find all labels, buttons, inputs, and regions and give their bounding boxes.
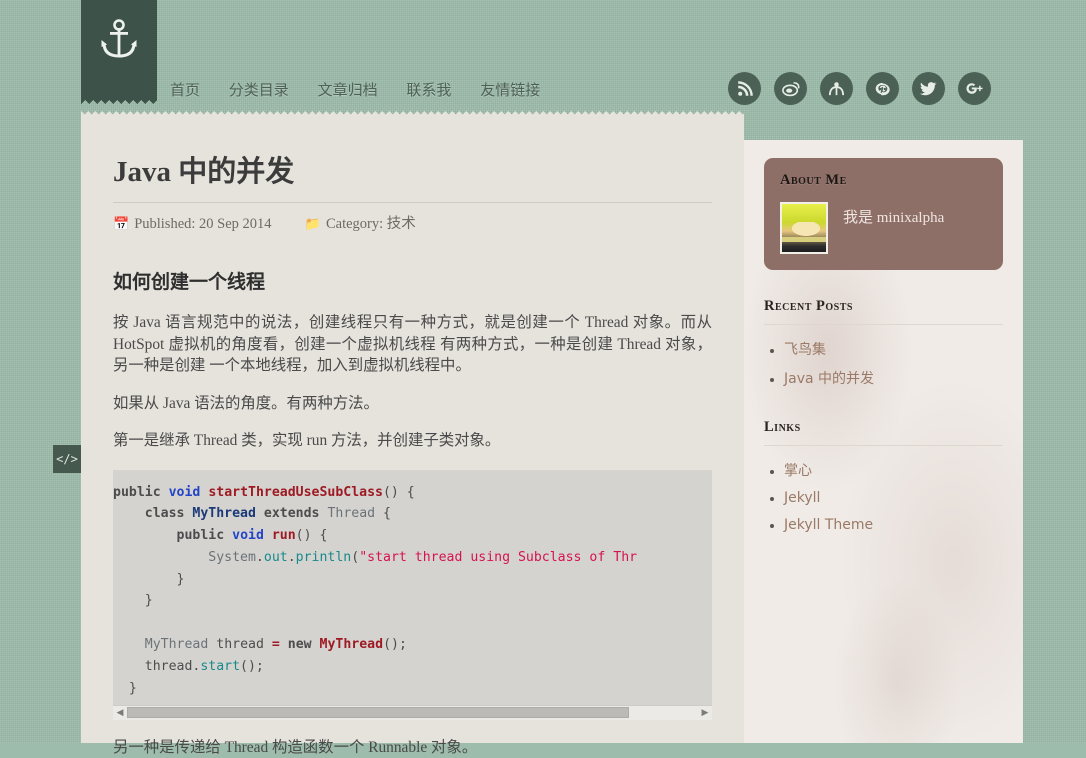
scroll-right-arrow[interactable]: ▶ xyxy=(698,706,712,720)
site-header: 首页 分类目录 文章归档 联系我 友情链接 xyxy=(0,0,1086,120)
category-label: Category: xyxy=(326,216,383,232)
anchor-icon xyxy=(81,18,157,71)
paragraph-3: 第一是继承 Thread 类，实现 run 方法，并创建子类对象。 xyxy=(113,430,712,452)
site-logo-banner[interactable] xyxy=(81,0,157,96)
nav-item-archive[interactable]: 文章归档 xyxy=(318,81,378,99)
avatar xyxy=(780,202,828,254)
paragraph-2: 如果从 Java 语法的角度。有两种方法。 xyxy=(113,393,712,415)
social-links xyxy=(728,72,991,105)
code-block[interactable]: public void startThreadUseSubClass() { c… xyxy=(113,470,712,720)
list-item: Java 中的并发 xyxy=(784,368,1003,388)
recent-posts-list: 飞鸟集 Java 中的并发 xyxy=(764,339,1003,388)
panel-scallop-edge xyxy=(81,111,744,118)
github-icon[interactable] xyxy=(866,72,899,105)
section-heading: 如何创建一个线程 xyxy=(113,267,712,294)
link-item-1[interactable]: 掌心 xyxy=(784,463,812,479)
weibo-icon[interactable] xyxy=(774,72,807,105)
scroll-left-arrow[interactable]: ◀ xyxy=(113,706,127,720)
title-divider xyxy=(113,202,712,203)
list-item: Jekyll Theme xyxy=(784,516,1003,534)
link-item-3[interactable]: Jekyll Theme xyxy=(784,517,873,533)
google-plus-icon[interactable] xyxy=(958,72,991,105)
recent-post-link-2[interactable]: Java 中的并发 xyxy=(784,371,874,387)
scrollbar-track[interactable] xyxy=(127,707,698,718)
about-me-heading: About Me xyxy=(780,172,987,189)
about-me-text: 我是 minixalpha xyxy=(843,206,944,227)
links-divider xyxy=(764,445,1003,446)
recent-post-link-1[interactable]: 飞鸟集 xyxy=(784,342,826,358)
main-navigation: 首页 分类目录 文章归档 联系我 友情链接 xyxy=(170,79,564,100)
recent-posts-heading: Recent Posts xyxy=(764,298,1003,315)
list-item: Jekyll xyxy=(784,489,1003,507)
paragraph-1: 按 Java 语言规范中的说法，创建线程只有一种方式，就是创建一个 Thread… xyxy=(113,312,712,377)
twitter-icon[interactable] xyxy=(912,72,945,105)
code-content: public void startThreadUseSubClass() { c… xyxy=(113,470,712,700)
list-item: 飞鸟集 xyxy=(784,339,1003,359)
paragraph-4: 另一种是传递给 Thread 构造函数一个 Runnable 对象。 xyxy=(113,737,712,758)
links-heading: Links xyxy=(764,419,1003,436)
code-horizontal-scrollbar[interactable]: ◀ ▶ xyxy=(113,705,712,720)
code-toggle-button[interactable]: </> xyxy=(53,445,81,473)
link-item-2[interactable]: Jekyll xyxy=(784,490,820,506)
published-date: 20 Sep 2014 xyxy=(199,216,272,232)
rss-icon[interactable] xyxy=(728,72,761,105)
about-me-card: About Me 我是 minixalpha xyxy=(764,158,1003,270)
category-value[interactable]: 技术 xyxy=(387,216,416,232)
recent-posts-divider xyxy=(764,324,1003,325)
nav-item-links[interactable]: 友情链接 xyxy=(480,81,540,99)
links-block: Links 掌心 Jekyll Jekyll Theme xyxy=(764,419,1003,534)
links-list: 掌心 Jekyll Jekyll Theme xyxy=(764,460,1003,534)
recent-posts-block: Recent Posts 飞鸟集 Java 中的并发 xyxy=(764,298,1003,388)
list-item: 掌心 xyxy=(784,460,1003,480)
published-label: Published: xyxy=(134,216,195,232)
page-title: Java 中的并发 xyxy=(113,148,712,202)
tencent-weibo-icon[interactable] xyxy=(820,72,853,105)
nav-item-home[interactable]: 首页 xyxy=(170,81,200,99)
sidebar: About Me 我是 minixalpha Recent Posts 飞鸟集 … xyxy=(744,140,1023,743)
nav-item-categories[interactable]: 分类目录 xyxy=(229,81,289,99)
post-panel: Java 中的并发 📅 Published: 20 Sep 2014 📁 Categ… xyxy=(81,118,744,743)
post-meta: 📅 Published: 20 Sep 2014 📁 Category: 技术 xyxy=(113,212,712,233)
calendar-icon: 📅 xyxy=(113,217,129,232)
nav-item-contact[interactable]: 联系我 xyxy=(406,81,451,99)
folder-icon: 📁 xyxy=(305,217,321,232)
scrollbar-thumb[interactable] xyxy=(127,707,629,718)
